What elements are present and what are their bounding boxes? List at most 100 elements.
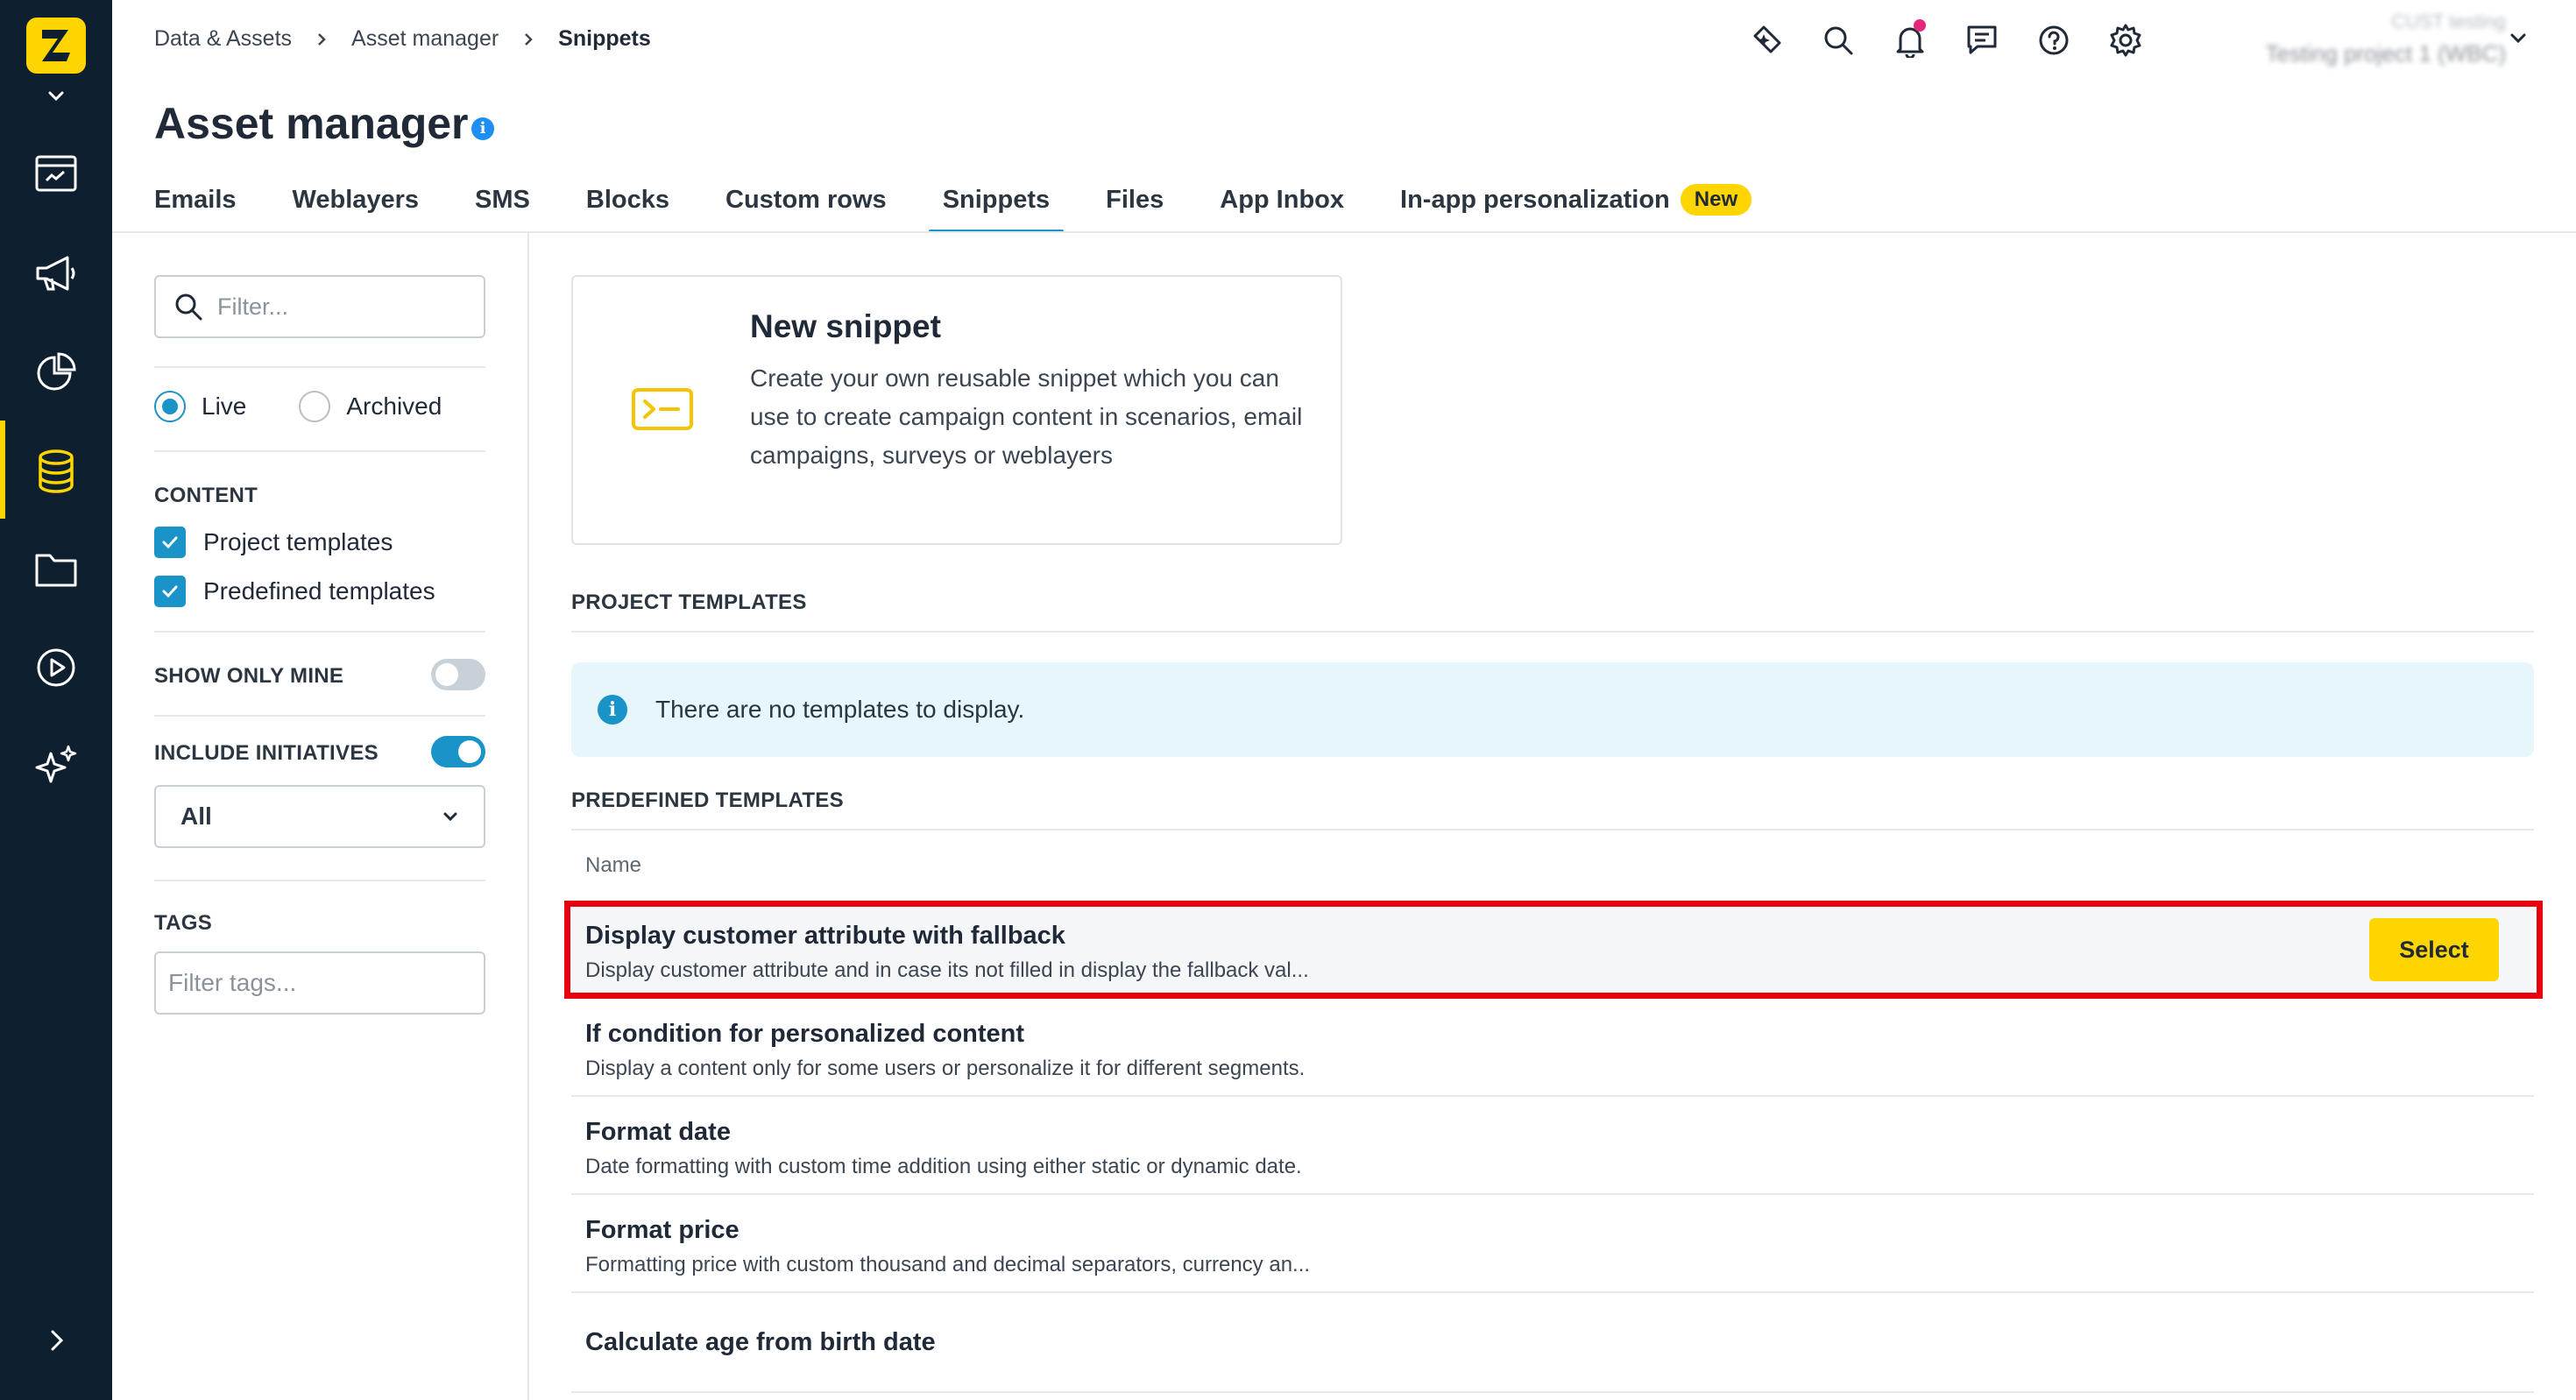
breadcrumb-data-assets[interactable]: Data & Assets xyxy=(154,26,292,52)
search-icon[interactable] xyxy=(1821,19,1856,61)
select-button[interactable]: Select xyxy=(2369,918,2499,981)
sparkle-icon[interactable] xyxy=(30,739,82,792)
divider xyxy=(154,715,485,717)
chevron-down-icon[interactable] xyxy=(42,84,70,109)
template-row[interactable]: Display customer attribute with fallback… xyxy=(571,901,2534,999)
divider xyxy=(154,631,485,633)
checkbox-label: Project templates xyxy=(203,528,393,555)
filter-search-field[interactable] xyxy=(154,275,485,338)
tags-heading: TAGS xyxy=(154,911,213,935)
content-heading: CONTENT xyxy=(154,484,258,507)
chevron-down-icon[interactable] xyxy=(2506,26,2530,51)
info-icon: i xyxy=(598,695,627,725)
new-snippet-card[interactable]: New snippet Create your own reusable sni… xyxy=(571,275,1342,545)
column-header-name: Name xyxy=(585,853,642,877)
template-description: Formatting price with custom thousand an… xyxy=(585,1253,1311,1276)
divider xyxy=(154,450,485,452)
help-icon[interactable] xyxy=(2036,19,2071,61)
pie-chart-icon[interactable] xyxy=(30,347,82,399)
chevron-right-icon[interactable] xyxy=(39,1323,74,1358)
project-switcher[interactable]: CUST testing Testing project 1 (WBC) xyxy=(2226,5,2506,68)
template-title: Format price xyxy=(585,1216,740,1244)
checkbox-label: Predefined templates xyxy=(203,577,435,605)
template-title: If condition for personalized content xyxy=(585,1020,1025,1048)
status-radio-group: Live Archived xyxy=(154,391,442,422)
tags-input[interactable] xyxy=(168,969,466,997)
breadcrumb-asset-manager[interactable]: Asset manager xyxy=(351,26,499,52)
database-icon[interactable] xyxy=(30,445,82,498)
top-toolbar xyxy=(1749,19,2143,61)
left-navigation xyxy=(0,0,112,1400)
tab-blocks[interactable]: Blocks xyxy=(586,175,669,233)
template-title: Format date xyxy=(585,1118,731,1146)
template-title: Display customer attribute with fallback xyxy=(585,922,1065,950)
radio-archived-label[interactable]: Archived xyxy=(346,392,442,421)
dashboard-icon[interactable] xyxy=(30,147,82,200)
tab-app-inbox[interactable]: App Inbox xyxy=(1220,175,1344,233)
chevron-down-icon xyxy=(440,806,461,827)
radio-archived[interactable] xyxy=(299,391,331,422)
radio-live-label[interactable]: Live xyxy=(202,392,246,421)
gear-icon[interactable] xyxy=(2108,19,2143,61)
tab-files[interactable]: Files xyxy=(1106,175,1164,233)
project-name: Testing project 1 (WBC) xyxy=(2265,40,2506,67)
tab-emails[interactable]: Emails xyxy=(154,175,237,233)
tab-in-app-personalization[interactable]: In-app personalization New xyxy=(1400,175,1752,233)
predefined-templates-heading: PREDEFINED TEMPLATES xyxy=(571,788,844,812)
megaphone-icon[interactable] xyxy=(30,247,82,300)
include-initiatives-toggle[interactable] xyxy=(431,736,485,767)
empty-state-banner: i There are no templates to display. xyxy=(571,662,2534,757)
breadcrumb-current: Snippets xyxy=(558,26,651,51)
tab-custom-rows[interactable]: Custom rows xyxy=(725,175,887,233)
filter-search-input[interactable] xyxy=(217,293,463,321)
breadcrumb: Data & Assets Asset manager Snippets xyxy=(154,26,651,52)
checkbox-project-templates[interactable]: Project templates xyxy=(154,527,393,558)
logo-icon[interactable] xyxy=(26,18,86,74)
new-snippet-title: New snippet xyxy=(750,308,941,344)
template-row[interactable]: Format price Formatting price with custo… xyxy=(571,1195,2534,1293)
template-description: Date formatting with custom time additio… xyxy=(585,1155,1302,1178)
active-nav-indicator xyxy=(0,421,5,519)
search-icon xyxy=(173,292,203,322)
filter-column-divider xyxy=(527,233,529,1400)
initiative-select-value: All xyxy=(180,803,212,830)
tab-snippets[interactable]: Snippets xyxy=(928,175,1065,233)
show-only-mine-label: SHOW ONLY MINE xyxy=(154,664,344,688)
project-templates-heading: PROJECT TEMPLATES xyxy=(571,590,807,614)
initiative-select[interactable]: All xyxy=(154,785,485,848)
template-row[interactable]: Format date Date formatting with custom … xyxy=(571,1097,2534,1195)
template-description: Display customer attribute and in case i… xyxy=(585,958,1309,982)
divider xyxy=(154,880,485,881)
divider xyxy=(571,829,2534,831)
new-badge: New xyxy=(1680,184,1752,216)
checkbox-predefined-templates[interactable]: Predefined templates xyxy=(154,576,435,607)
template-row[interactable]: Calculate age from birth date xyxy=(571,1293,2534,1393)
check-icon[interactable] xyxy=(154,576,186,607)
template-title: Calculate age from birth date xyxy=(585,1328,936,1356)
empty-state-message: There are no templates to display. xyxy=(655,696,1025,723)
tab-sms[interactable]: SMS xyxy=(475,175,530,233)
folder-icon[interactable] xyxy=(30,543,82,596)
divider xyxy=(154,366,485,368)
tabs-divider xyxy=(112,231,2576,233)
chevron-right-icon xyxy=(315,31,329,48)
include-initiatives-label: INCLUDE INITIATIVES xyxy=(154,741,379,765)
show-only-mine-toggle[interactable] xyxy=(431,659,485,690)
radio-live[interactable] xyxy=(154,391,186,422)
chevron-right-icon xyxy=(521,31,535,48)
ai-sparkle-icon[interactable] xyxy=(1749,19,1784,61)
divider xyxy=(571,631,2534,633)
notification-dot xyxy=(1914,19,1926,32)
project-org: CUST testing xyxy=(2391,11,2506,32)
tags-field[interactable] xyxy=(154,951,485,1015)
play-icon[interactable] xyxy=(30,641,82,694)
tab-bar: Emails Weblayers SMS Blocks Custom rows … xyxy=(154,175,1808,233)
chat-icon[interactable] xyxy=(1964,19,1999,61)
new-snippet-description: Create your own reusable snippet which y… xyxy=(750,364,1303,469)
check-icon[interactable] xyxy=(154,527,186,558)
bell-icon[interactable] xyxy=(1893,19,1928,61)
tab-weblayers[interactable]: Weblayers xyxy=(293,175,420,233)
template-row[interactable]: If condition for personalized content Di… xyxy=(571,999,2534,1097)
info-icon[interactable]: i xyxy=(471,117,494,140)
terminal-icon xyxy=(631,387,694,431)
